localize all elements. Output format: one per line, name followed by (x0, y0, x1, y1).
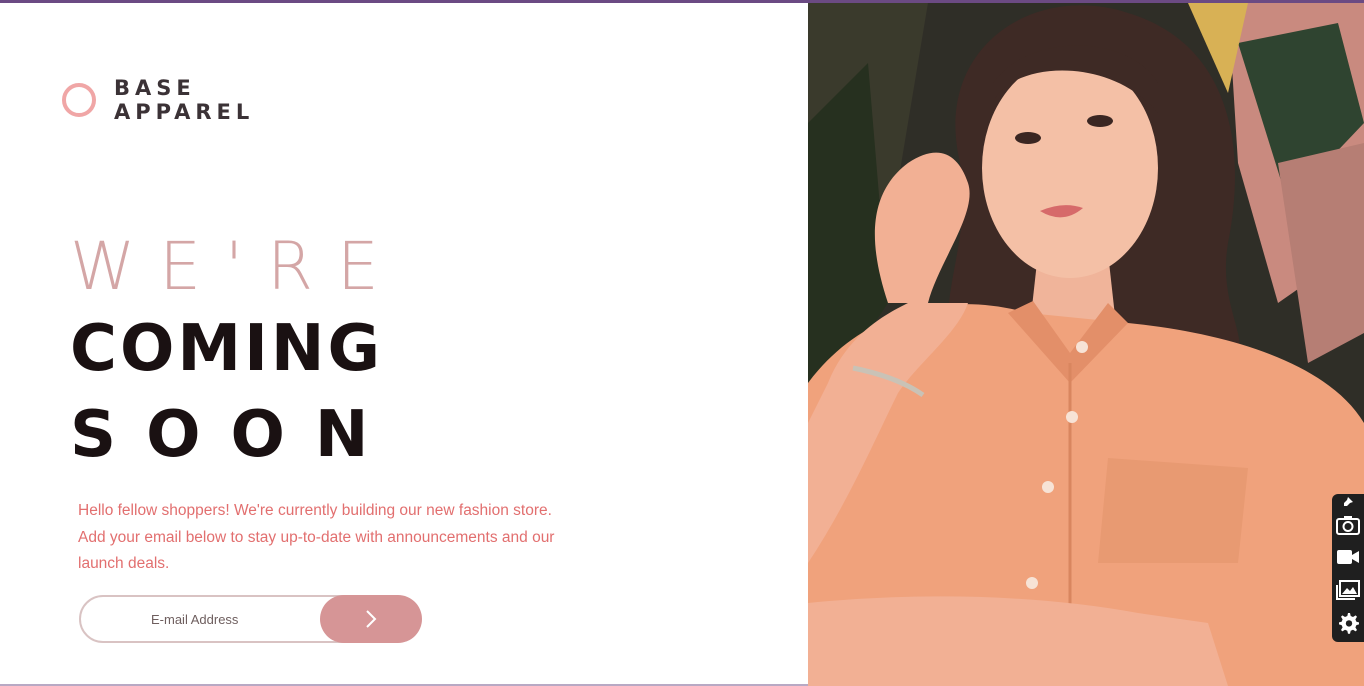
chevron-right-icon (366, 610, 377, 628)
submit-button[interactable] (320, 595, 422, 643)
hero-photo-illustration (808, 3, 1364, 686)
video-icon[interactable] (1335, 544, 1361, 570)
hero-image (808, 3, 1364, 686)
brand-name-line1: BASE (114, 76, 196, 100)
title-line-soon: SOON (70, 398, 399, 472)
logo-ring-icon (62, 83, 96, 117)
brand-logo[interactable]: BASE APPAREL (62, 76, 254, 124)
content-panel: BASE APPAREL WE'RE COMING SOON (0, 3, 808, 686)
pin-icon[interactable] (1335, 494, 1361, 510)
image-icon[interactable] (1335, 577, 1361, 603)
page-title: WE'RE COMING SOON (70, 227, 403, 479)
brand-name: BASE APPAREL (114, 76, 254, 124)
side-toolbar (1332, 494, 1364, 642)
intro-paragraph: Hello fellow shoppers! We're currently b… (78, 502, 555, 572)
title-line-coming: COMING (70, 312, 383, 386)
email-signup-form (79, 595, 423, 643)
brand-name-line2: APPAREL (114, 100, 255, 124)
gear-icon[interactable] (1335, 610, 1361, 636)
title-line-were: WE'RE (70, 228, 403, 305)
camera-icon[interactable] (1335, 512, 1361, 538)
